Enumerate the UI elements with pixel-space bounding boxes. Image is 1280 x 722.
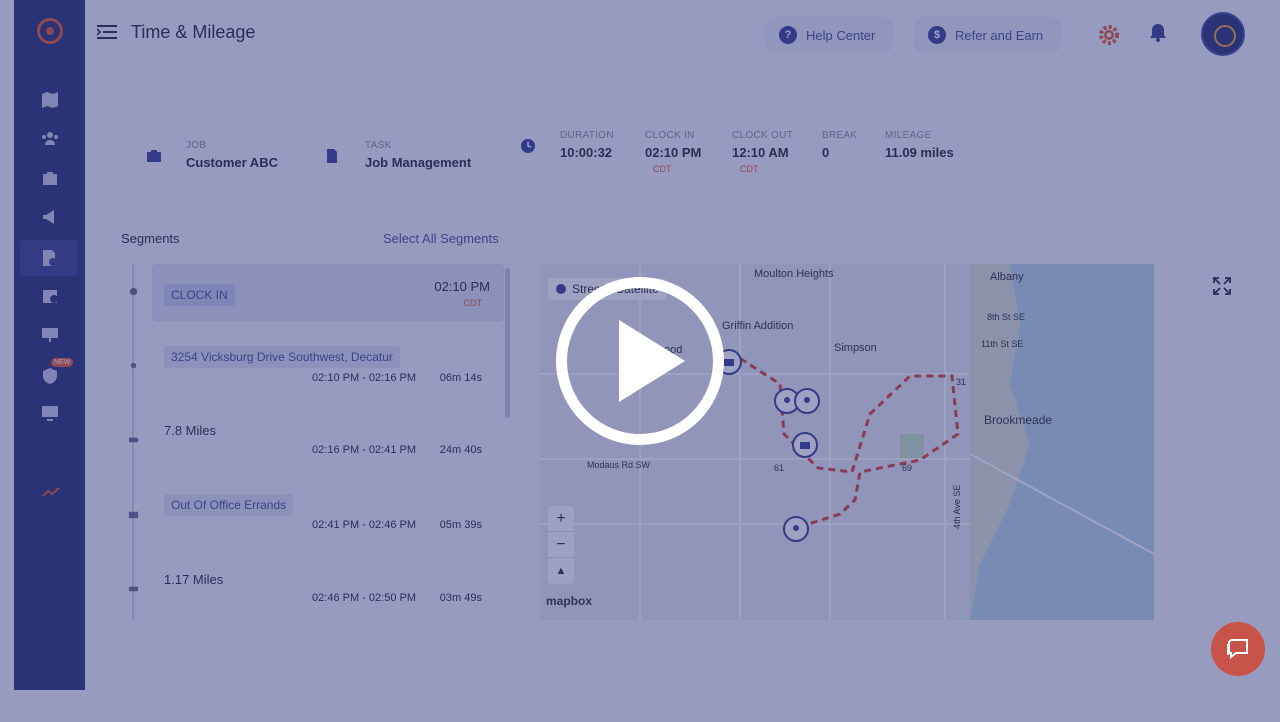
play-icon[interactable] [556, 277, 724, 445]
chat-button[interactable] [1211, 622, 1265, 676]
chat-icon [1227, 639, 1248, 660]
